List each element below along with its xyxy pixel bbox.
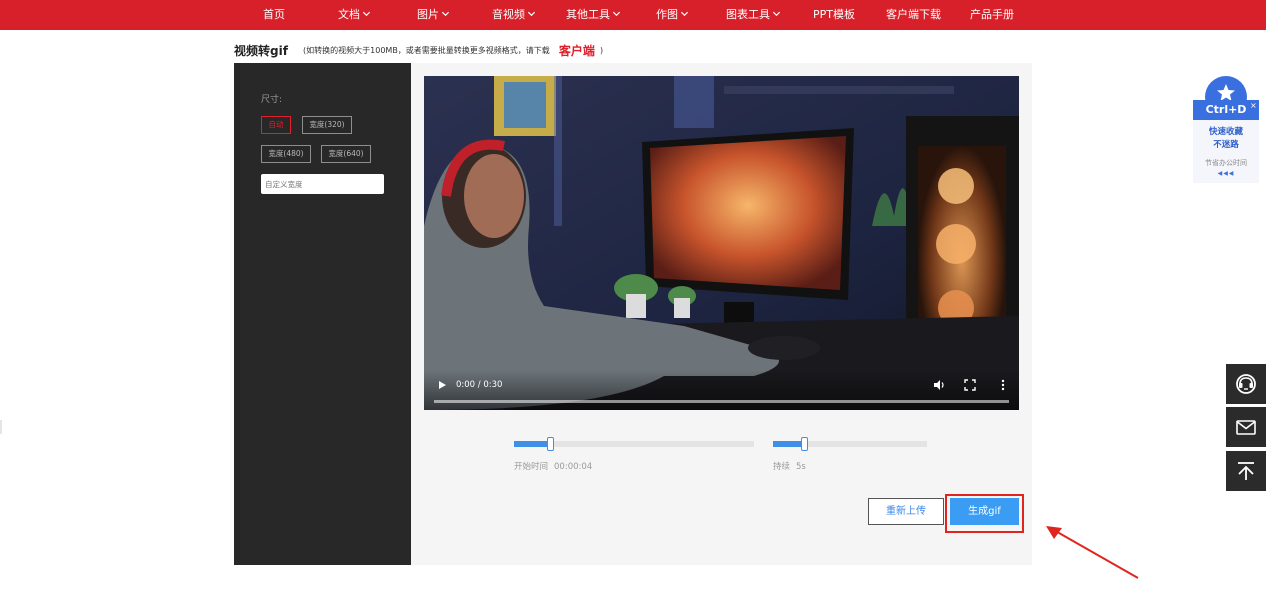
size-option-320[interactable]: 宽度(320) (302, 116, 352, 134)
custom-width-input[interactable] (261, 174, 384, 194)
chevron-down-icon (772, 11, 781, 17)
duration-value: 5s (796, 462, 806, 472)
start-time-slider[interactable] (514, 437, 754, 451)
nav-item-label: 产品手册 (970, 8, 1014, 21)
duration-slider[interactable] (773, 437, 927, 451)
nav-item-other-tools[interactable]: 其他工具 (566, 0, 621, 30)
chevron-down-icon (441, 11, 450, 17)
nav-item-label: 客户端下载 (886, 8, 941, 21)
start-time-label: 开始时间 (514, 462, 549, 472)
nav-item-label: 首页 (263, 8, 285, 21)
size-label: 尺寸: (261, 95, 283, 105)
nav-item-drawing[interactable]: 作图 (656, 0, 689, 30)
nav-item-client-download[interactable]: 客户端下载 (886, 0, 941, 30)
customer-service-button[interactable] (1226, 364, 1266, 404)
nav-item-label: 作图 (656, 8, 678, 21)
duration-slider-fill (773, 441, 804, 447)
top-nav: 首页 文档 图片 音视频 其他工具 作图 图表工具 PPT模板 客户端下载 产品… (0, 0, 1266, 30)
start-time-value: 00:00:04 (554, 462, 593, 472)
duration-label: 持续 (773, 462, 791, 472)
nav-item-label: PPT模板 (813, 8, 855, 21)
nav-item-documents[interactable]: 文档 (338, 0, 371, 30)
fullscreen-icon[interactable] (963, 378, 977, 392)
nav-item-audio-video[interactable]: 音视频 (492, 0, 536, 30)
nav-item-home[interactable]: 首页 (263, 0, 285, 30)
nav-item-label: 文档 (338, 8, 360, 21)
play-icon[interactable] (436, 379, 448, 391)
chevron-down-icon (527, 11, 536, 17)
size-option-640[interactable]: 宽度(640) (321, 145, 371, 163)
main-panel: 0:00 / 0:30 开始时间 00:00:04 持续 5s 重新上传 生成gif (411, 63, 1032, 565)
volume-icon[interactable] (932, 378, 946, 392)
back-to-top-button[interactable] (1226, 451, 1266, 491)
more-options-icon[interactable] (997, 378, 1009, 392)
headset-icon (1236, 374, 1256, 394)
start-time-caption: 开始时间 00:00:04 (514, 460, 592, 472)
size-settings-panel: 尺寸: 自动 宽度(320) 宽度(480) 宽度(640) (234, 63, 411, 565)
nav-item-ppt-templates[interactable]: PPT模板 (813, 0, 855, 30)
bookmark-line1: 快速收藏 (1208, 127, 1243, 137)
back-to-top-icon (1238, 462, 1254, 480)
title-note: (如转换的视频大于100MB，或者需要批量转换更多视频格式，请下载 (303, 46, 550, 55)
page-edge-marker (0, 420, 2, 434)
nav-item-product-manual[interactable]: 产品手册 (970, 0, 1014, 30)
bookmark-subtext: 节省办公时间 (1205, 159, 1247, 167)
title-note-close: ) (600, 46, 604, 55)
nav-item-label: 音视频 (492, 8, 525, 21)
email-button[interactable] (1226, 407, 1266, 447)
chevron-down-icon (680, 11, 689, 17)
start-time-slider-thumb[interactable] (547, 437, 554, 451)
nav-item-chart-tools[interactable]: 图表工具 (726, 0, 781, 30)
generate-gif-button[interactable]: 生成gif (950, 498, 1019, 525)
video-player[interactable]: 0:00 / 0:30 (424, 76, 1019, 410)
chevron-down-icon (612, 11, 621, 17)
size-option-480[interactable]: 宽度(480) (261, 145, 311, 163)
title-row: 视频转gif (如转换的视频大于100MB，或者需要批量转换更多视频格式，请下载… (234, 40, 604, 58)
client-download-link[interactable]: 客户端 (559, 44, 595, 58)
size-option-auto[interactable]: 自动 (261, 116, 291, 134)
duration-slider-thumb[interactable] (801, 437, 808, 451)
bookmark-promo-card[interactable]: Ctrl+D × 快速收藏 不迷路 节省办公时间 ◀◀◀ (1193, 76, 1259, 183)
close-icon[interactable]: × (1250, 101, 1257, 110)
video-frame-image (424, 76, 1019, 410)
reupload-button[interactable]: 重新上传 (868, 498, 944, 525)
page-title: 视频转gif (234, 44, 288, 58)
nav-item-label: 其他工具 (566, 8, 610, 21)
video-timecode: 0:00 / 0:30 (456, 380, 503, 390)
duration-caption: 持续 5s (773, 460, 806, 472)
video-progress-bar[interactable] (434, 400, 1009, 403)
annotation-arrow-icon (1046, 526, 1139, 579)
nav-item-label: 图片 (417, 8, 439, 21)
video-controls: 0:00 / 0:30 (424, 370, 1019, 410)
bookmark-line2: 不迷路 (1213, 140, 1239, 150)
mail-icon (1236, 420, 1256, 435)
chevron-left-icon: ◀◀◀ (1217, 170, 1235, 177)
nav-item-label: 图表工具 (726, 8, 770, 21)
nav-item-images[interactable]: 图片 (417, 0, 450, 30)
start-time-slider-fill (514, 441, 550, 447)
chevron-down-icon (362, 11, 371, 17)
